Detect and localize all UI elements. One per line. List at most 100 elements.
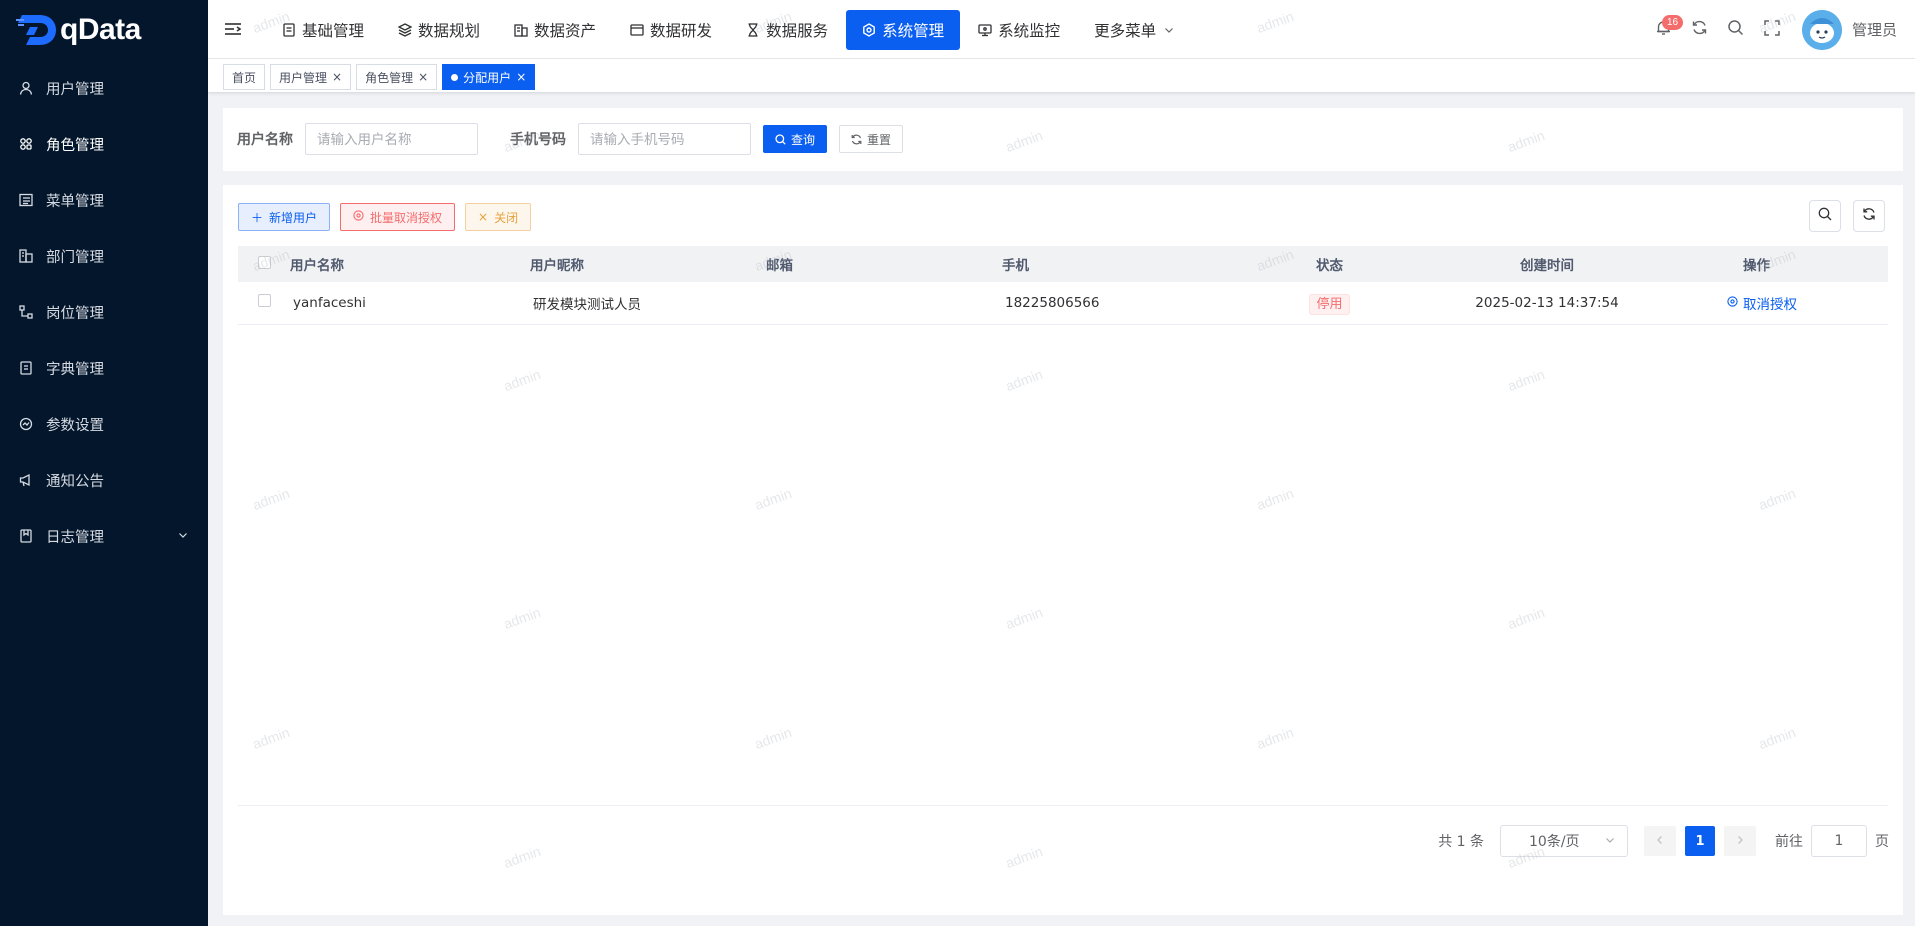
nav-data-service[interactable]: 数据服务 <box>730 10 844 50</box>
sidebar-item-dictionary-management[interactable]: 字典管理 <box>0 340 208 396</box>
refresh-icon <box>1862 207 1876 225</box>
sidebar-item-notice[interactable]: 通知公告 <box>0 452 208 508</box>
tag-label: 角色管理 <box>365 70 414 85</box>
table-toolbar: ＋ 新增用户 批量取消授权 × 关闭 <box>238 203 541 231</box>
tag-user-management[interactable]: 用户管理 × <box>270 64 352 90</box>
header-tools: 16 管理员 <box>1646 0 1897 59</box>
tag-role-management[interactable]: 角色管理 × <box>356 64 438 90</box>
phone-search-input[interactable] <box>578 123 751 155</box>
chevron-down-icon <box>1605 833 1615 849</box>
query-button[interactable]: 查询 <box>763 125 828 153</box>
sidebar-item-post-management[interactable]: 岗位管理 <box>0 284 208 340</box>
notification-button[interactable]: 16 <box>1646 12 1684 48</box>
user-list-card: ＋ 新增用户 批量取消授权 × 关闭 用户名称 用户昵称 邮箱 手机 状态 创建… <box>223 185 1903 915</box>
nav-label: 数据研发 <box>650 22 713 40</box>
nav-system-monitor[interactable]: 系统监控 <box>962 10 1076 50</box>
batch-cancel-auth-button[interactable]: 批量取消授权 <box>340 203 456 231</box>
nav-label: 数据资产 <box>534 22 597 40</box>
page-number-button[interactable]: 1 <box>1685 826 1715 856</box>
close-button[interactable]: × 关闭 <box>465 203 532 231</box>
sidebar-item-menu-management[interactable]: 菜单管理 <box>0 172 208 228</box>
user-icon <box>18 80 34 96</box>
circle-x-icon <box>1727 295 1738 311</box>
goto-label: 前往 <box>1775 834 1803 850</box>
nav-data-planning[interactable]: 数据规划 <box>382 10 496 50</box>
tag-home[interactable]: 首页 <box>223 64 266 90</box>
table-bottom-divider <box>238 805 1888 806</box>
column-header[interactable]: 状态 <box>1257 246 1402 282</box>
hourglass-icon <box>746 23 760 37</box>
fullscreen-button[interactable] <box>1754 12 1790 48</box>
username-search-input[interactable] <box>305 123 478 155</box>
role-icon <box>18 136 34 152</box>
collapse-sidebar-icon[interactable] <box>224 21 242 39</box>
search-button[interactable] <box>1718 12 1754 48</box>
sidebar-item-parameter-settings[interactable]: 参数设置 <box>0 396 208 452</box>
nav-data-development[interactable]: 数据研发 <box>614 10 728 50</box>
column-header[interactable]: 用户名称 <box>290 246 530 282</box>
qdata-logo-icon <box>16 13 58 47</box>
table-row: yanfaceshi 研发模块测试人员 18225806566 停用 2025-… <box>238 282 1888 325</box>
post-icon <box>18 304 34 320</box>
column-header[interactable]: 操作 <box>1692 246 1888 282</box>
next-page-button[interactable] <box>1724 826 1756 856</box>
sidebar-menu: 用户管理 角色管理 菜单管理 部门管理 岗位管理 字典管理 参数设置 通知公告 … <box>0 60 208 564</box>
nav-data-assets[interactable]: 数据资产 <box>498 10 612 50</box>
add-user-button[interactable]: ＋ 新增用户 <box>238 203 331 231</box>
sidebar-item-label: 通知公告 <box>46 473 104 490</box>
goto-page-input[interactable]: 1 <box>1811 825 1867 857</box>
page-size-value: 10条/页 <box>1529 834 1580 850</box>
column-header[interactable]: 邮箱 <box>766 246 1002 282</box>
top-navbar: 基础管理 数据规划 数据资产 数据研发 数据服务 系统管理 系统监控 更多菜单 <box>208 0 1915 59</box>
window-icon <box>630 23 644 37</box>
search-form: 用户名称 手机号码 查询 重置 <box>223 108 1903 171</box>
pagination: 共 1 条 10条/页 1 前往 1 页 <box>1438 825 1889 857</box>
close-icon: × <box>478 210 489 224</box>
logo[interactable]: qData <box>0 0 208 60</box>
reset-button[interactable]: 重置 <box>839 125 904 153</box>
row-checkbox[interactable] <box>257 294 271 308</box>
select-all-checkbox[interactable] <box>257 255 271 269</box>
pagination-total: 共 1 条 <box>1438 834 1484 850</box>
column-header[interactable]: 用户昵称 <box>530 246 766 282</box>
sidebar-item-user-management[interactable]: 用户管理 <box>0 60 208 116</box>
avatar[interactable] <box>1801 9 1842 50</box>
cancel-authorization-link[interactable]: 取消授权 <box>1727 293 1797 313</box>
tag-label: 用户管理 <box>279 70 328 85</box>
refresh-table-button[interactable] <box>1853 200 1885 232</box>
page-size-select[interactable]: 10条/页 <box>1500 825 1628 857</box>
sidebar-item-role-management[interactable]: 角色管理 <box>0 116 208 172</box>
sidebar-item-department-management[interactable]: 部门管理 <box>0 228 208 284</box>
close-label: 关闭 <box>494 210 519 225</box>
monitor-icon <box>978 23 992 37</box>
close-icon[interactable]: × <box>332 70 342 84</box>
reset-label: 重置 <box>867 132 892 147</box>
phone-label: 手机号码 <box>510 132 566 148</box>
column-header[interactable]: 创建时间 <box>1402 246 1692 282</box>
table-header-row: 用户名称 用户昵称 邮箱 手机 状态 创建时间 操作 <box>238 246 1888 282</box>
plus-icon: ＋ <box>251 210 264 225</box>
chevron-down-icon[interactable] <box>178 528 188 544</box>
assets-icon <box>514 23 528 37</box>
fullscreen-icon <box>1764 19 1780 40</box>
nav-more-menu[interactable]: 更多菜单 <box>1078 10 1190 50</box>
nav-label: 系统管理 <box>882 22 945 40</box>
user-name[interactable]: 管理员 <box>1852 19 1897 40</box>
megaphone-icon <box>18 472 34 488</box>
column-header[interactable]: 手机 <box>1002 246 1257 282</box>
sidebar-item-log-management[interactable]: 日志管理 <box>0 508 208 564</box>
nav-label: 数据服务 <box>766 22 829 40</box>
prev-page-button[interactable] <box>1644 826 1676 856</box>
tag-assign-users[interactable]: 分配用户 × <box>442 64 536 90</box>
nav-system-management[interactable]: 系统管理 <box>846 10 961 50</box>
nav-basic-management[interactable]: 基础管理 <box>266 10 380 50</box>
cell-nickname: 研发模块测试人员 <box>530 282 766 325</box>
close-icon[interactable]: × <box>418 70 428 84</box>
cell-phone: 18225806566 <box>1002 282 1257 325</box>
close-icon[interactable]: × <box>516 70 526 84</box>
search-icon <box>1818 207 1832 225</box>
page-suffix-label: 页 <box>1875 834 1889 850</box>
refresh-button[interactable] <box>1682 12 1718 48</box>
sidebar-item-label: 部门管理 <box>46 249 104 266</box>
toggle-search-button[interactable] <box>1809 200 1841 232</box>
